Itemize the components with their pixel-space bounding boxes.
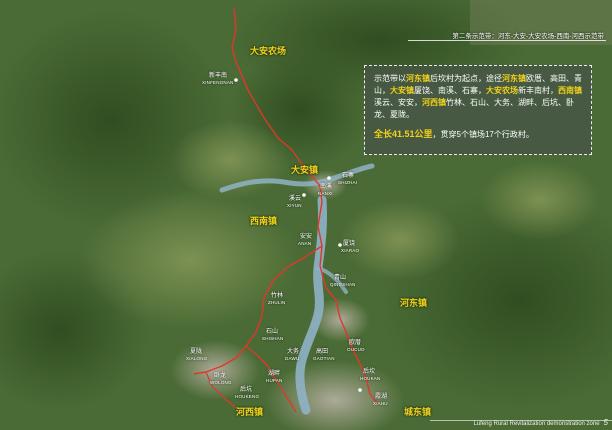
header-divider xyxy=(408,40,606,41)
desc-text: 溪云、安安， xyxy=(374,98,422,107)
village-label-cn: 安安 xyxy=(300,234,313,240)
village-label-cn: 后坎 xyxy=(363,369,376,375)
route-description: 示范带以河东镇后坎村为起点，途径河东镇欧厝、高田、青山，大安镇厦饶、南溪、石寨，… xyxy=(374,73,583,121)
village-label-cn: 欧厝 xyxy=(349,340,362,346)
town-label-danong: 大安农场 xyxy=(250,46,287,56)
village-label-en: DAWU xyxy=(285,356,300,361)
info-panel: 示范带以河东镇后坎村为起点，途径河东镇欧厝、高田、青山，大安镇厦饶、南溪、石寨，… xyxy=(364,65,592,155)
village-label-cn: 大务 xyxy=(287,349,300,355)
town-label-hedong: 河东镇 xyxy=(400,298,428,308)
desc-town-highlight: 大安农场 xyxy=(486,86,518,95)
village-label-en: XINFENGNAN xyxy=(202,80,234,85)
footer: Lufeng Rural Revitalization demonstratio… xyxy=(438,418,608,427)
village-label-en: NANXI xyxy=(318,191,333,196)
map-canvas: 第二条示范带：河东-大安-大安农场-西南-河西示范带 示范带以河东镇后坎村为起点… xyxy=(0,0,612,430)
village-label-en: ANAN xyxy=(298,241,312,246)
desc-town-highlight: 河西镇 xyxy=(422,98,446,107)
village-label-cn: 霞湖 xyxy=(375,394,388,400)
village-label-en: XIAHU xyxy=(373,401,388,406)
village-label-en: GAOTIAN xyxy=(313,356,335,361)
village-label-en: HUPAN xyxy=(266,378,283,383)
desc-text: 后坎村为起点，途径 xyxy=(430,74,502,83)
village-label-cn: 卧龙 xyxy=(214,373,227,379)
village-label-cn: 新丰南 xyxy=(209,73,228,79)
route-length-value: 全长41.51公里 xyxy=(374,129,433,139)
village-label-en: HOUKENG xyxy=(235,394,260,399)
village-label-en: ZHULIN xyxy=(268,300,286,305)
village-label-cn: 青山 xyxy=(334,275,347,281)
village-label-en: XIALONG xyxy=(186,356,208,361)
village-label-cn: 竹林 xyxy=(271,293,284,299)
village-label-cn: 南溪 xyxy=(320,184,333,190)
page-title: 第二条示范带：河东-大安-大安农场-西南-河西示范带 xyxy=(452,33,604,40)
village-label-cn: 溪云 xyxy=(289,196,302,202)
town-label-chengdong: 城东镇 xyxy=(404,407,432,417)
town-label-hexi: 河西镇 xyxy=(236,407,264,417)
village-label-en: HOUKAN xyxy=(360,376,381,381)
village-label-en: QINGSHAN xyxy=(330,282,356,287)
village-label-en: WOLONG xyxy=(210,380,232,385)
village-label-en: XIYUN xyxy=(287,203,302,208)
village-label-en: SHIZHAI xyxy=(338,180,358,185)
village-label-en: OUCUO xyxy=(347,347,365,352)
town-label-daan: 大安镇 xyxy=(291,165,319,175)
village-label-en: XIARAO xyxy=(341,248,360,253)
village-label-cn: 厦饶 xyxy=(343,241,356,247)
village-label-cn: 夏陇 xyxy=(190,349,203,355)
desc-text: 示范带以 xyxy=(374,74,406,83)
village-label-cn: 湖畔 xyxy=(268,371,281,377)
desc-town-highlight: 西南镇 xyxy=(558,86,582,95)
village-label-cn: 石山 xyxy=(266,329,279,335)
route-length-text: ，贯穿5个镇场17个行政村。 xyxy=(432,130,534,139)
page-number: 5 xyxy=(603,418,608,427)
village-label-cn: 高田 xyxy=(316,349,329,355)
village-label-cn: 后坑 xyxy=(240,387,253,393)
desc-text: 厦饶、南溪、石寨， xyxy=(414,86,486,95)
desc-town-highlight: 大安镇 xyxy=(390,86,414,95)
route-length: 全长41.51公里，贯穿5个镇场17个行政村。 xyxy=(374,128,583,141)
town-label-xinan: 西南镇 xyxy=(250,216,278,226)
desc-town-highlight: 河东镇 xyxy=(406,74,430,83)
village-label-cn: 石寨 xyxy=(342,173,355,179)
desc-town-highlight: 河东镇 xyxy=(502,74,526,83)
footer-text: Lufeng Rural Revitalization demonstratio… xyxy=(473,421,600,427)
village-label-en: SHISHAN xyxy=(262,336,284,341)
header-bar: 第二条示范带：河东-大安-大安农场-西南-河西示范带 xyxy=(408,22,612,46)
desc-text: 新丰南村， xyxy=(518,86,558,95)
